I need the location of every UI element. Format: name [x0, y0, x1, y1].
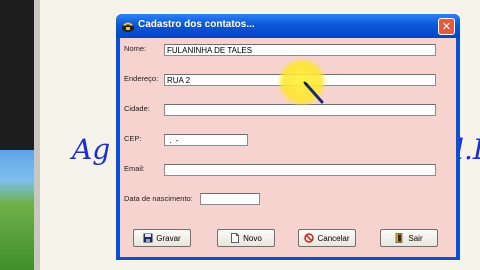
pen-cursor-icon — [303, 81, 324, 104]
